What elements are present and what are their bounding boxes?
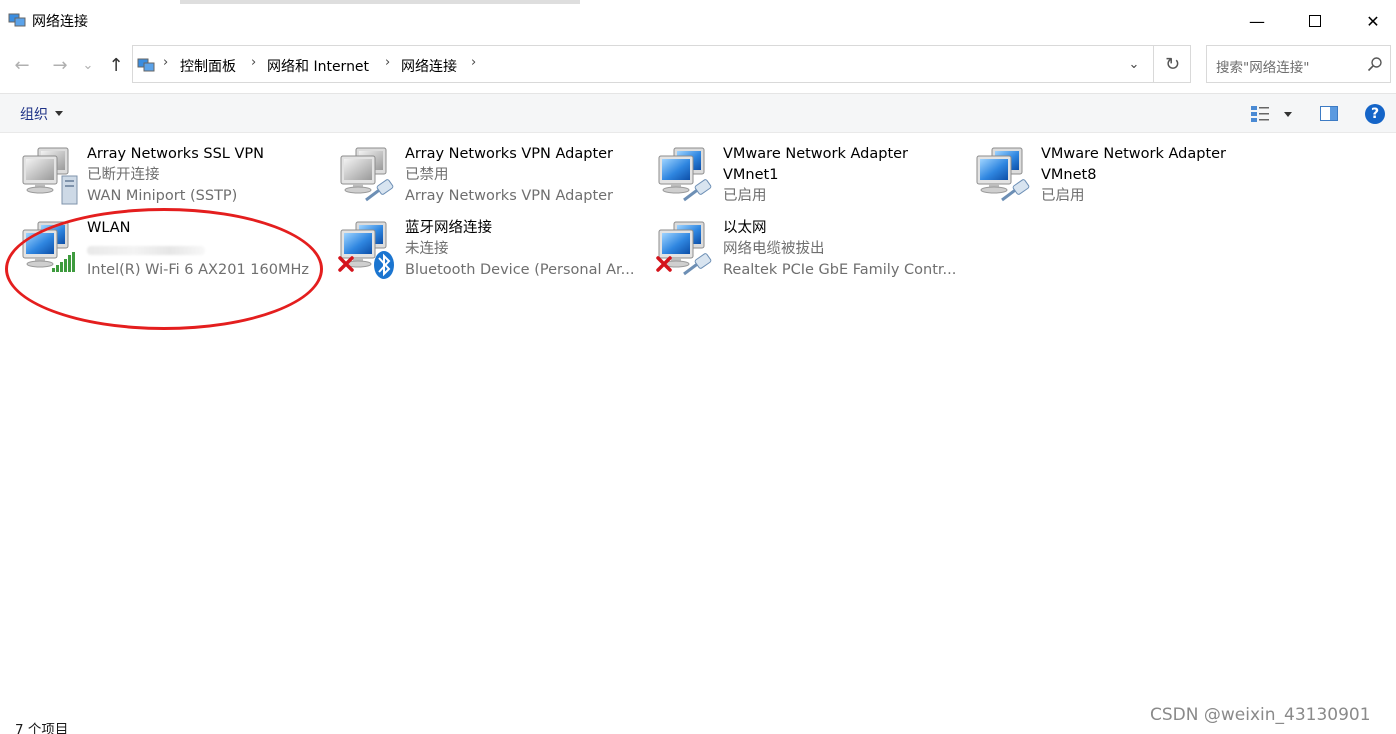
- forward-button[interactable]: →: [46, 51, 74, 79]
- connection-item-array-ssl-vpn[interactable]: Array Networks SSL VPN 已断开连接 WAN Minipor…: [20, 144, 338, 214]
- network-adapter-icon: [658, 147, 714, 202]
- close-button[interactable]: ✕: [1344, 0, 1396, 42]
- connection-device: Realtek PCIe GbE Family Contr...: [723, 262, 957, 278]
- breadcrumb-control-panel[interactable]: 控制面板: [180, 56, 236, 76]
- connection-item-bluetooth[interactable]: 蓝牙网络连接 未连接 Bluetooth Device (Personal Ar…: [338, 218, 656, 288]
- connection-item-vmnet1[interactable]: VMware Network Adapter VMnet1 已启用: [656, 144, 974, 214]
- search-icon: [1367, 57, 1382, 72]
- connection-device: Bluetooth Device (Personal Ar...: [405, 262, 635, 278]
- network-adapter-icon: [340, 147, 396, 202]
- connection-status: 网络电缆被拔出: [723, 241, 825, 257]
- connection-name: VMware Network Adapter: [723, 146, 909, 162]
- recent-locations-button[interactable]: ⌄: [78, 51, 98, 79]
- address-bar[interactable]: › 控制面板 › 网络和 Internet › 网络连接 › ⌄ ↻: [132, 45, 1191, 83]
- back-button[interactable]: ←: [8, 51, 36, 79]
- connection-status: 已启用: [723, 188, 767, 204]
- breadcrumb-separator[interactable]: ›: [385, 55, 390, 70]
- network-adapter-icon: [22, 147, 78, 205]
- top-edge-artifact: [180, 0, 580, 4]
- connection-status: 已禁用: [405, 167, 449, 183]
- network-adapter-icon: [656, 221, 714, 276]
- connection-status: 已启用: [1041, 188, 1085, 204]
- item-count: 7 个项目: [15, 722, 69, 734]
- connection-item-array-vpn-adapter[interactable]: Array Networks VPN Adapter 已禁用 Array Net…: [338, 144, 656, 214]
- highlight-annotation-circle: [5, 208, 323, 330]
- search-box[interactable]: 搜索"网络连接": [1206, 45, 1391, 83]
- title-bar: 网络连接 — ✕: [0, 0, 1396, 42]
- connection-status: 未连接: [405, 241, 449, 257]
- connection-name: Array Networks SSL VPN: [87, 146, 264, 162]
- chevron-down-icon: [55, 111, 63, 116]
- connection-device: Array Networks VPN Adapter: [405, 188, 614, 204]
- search-input[interactable]: 搜索"网络连接": [1216, 56, 1309, 76]
- connection-item-ethernet[interactable]: 以太网 网络电缆被拔出 Realtek PCIe GbE Family Cont…: [656, 218, 974, 288]
- change-view-icon[interactable]: [1250, 105, 1270, 123]
- preview-pane-icon[interactable]: [1320, 106, 1338, 121]
- bluetooth-icon: [374, 251, 394, 279]
- control-panel-icon: [137, 58, 155, 72]
- connection-status: 已断开连接: [87, 167, 160, 183]
- up-button[interactable]: ↑: [102, 51, 130, 79]
- network-adapter-icon: [976, 147, 1032, 202]
- maximize-button[interactable]: [1286, 0, 1344, 42]
- connection-name: 以太网: [723, 220, 767, 236]
- network-connections-icon: [8, 13, 26, 27]
- maximize-icon: [1309, 15, 1321, 27]
- refresh-button[interactable]: ↻: [1153, 46, 1191, 82]
- connection-name: 蓝牙网络连接: [405, 220, 492, 236]
- organize-menu[interactable]: 组织: [20, 104, 48, 124]
- breadcrumb-separator: ›: [163, 55, 169, 70]
- breadcrumb-separator[interactable]: ›: [471, 55, 476, 70]
- address-dropdown-button[interactable]: ⌄: [1115, 46, 1153, 82]
- breadcrumb-network-connections[interactable]: 网络连接: [401, 56, 457, 76]
- connection-name: VMware Network Adapter: [1041, 146, 1227, 162]
- window-title: 网络连接: [32, 14, 88, 30]
- help-button[interactable]: ?: [1365, 104, 1385, 124]
- network-adapter-icon: [338, 221, 394, 279]
- minimize-button[interactable]: —: [1228, 0, 1286, 42]
- connection-name: Array Networks VPN Adapter: [405, 146, 614, 162]
- connection-name-line2: VMnet1: [723, 167, 779, 183]
- command-bar: 组织 ?: [0, 93, 1396, 133]
- navigation-bar: ← → ⌄ ↑ › 控制面板 › 网络和 Internet › 网络连接 › ⌄…: [0, 42, 1396, 88]
- breadcrumb-separator[interactable]: ›: [251, 55, 256, 70]
- view-options-chevron-icon[interactable]: [1284, 112, 1292, 117]
- connection-name-line2: VMnet8: [1041, 167, 1097, 183]
- breadcrumb-network-internet[interactable]: 网络和 Internet: [267, 56, 369, 76]
- connection-item-vmnet8[interactable]: VMware Network Adapter VMnet8 已启用: [974, 144, 1292, 214]
- watermark: CSDN @weixin_43130901: [1150, 705, 1371, 725]
- connection-device: WAN Miniport (SSTP): [87, 188, 238, 204]
